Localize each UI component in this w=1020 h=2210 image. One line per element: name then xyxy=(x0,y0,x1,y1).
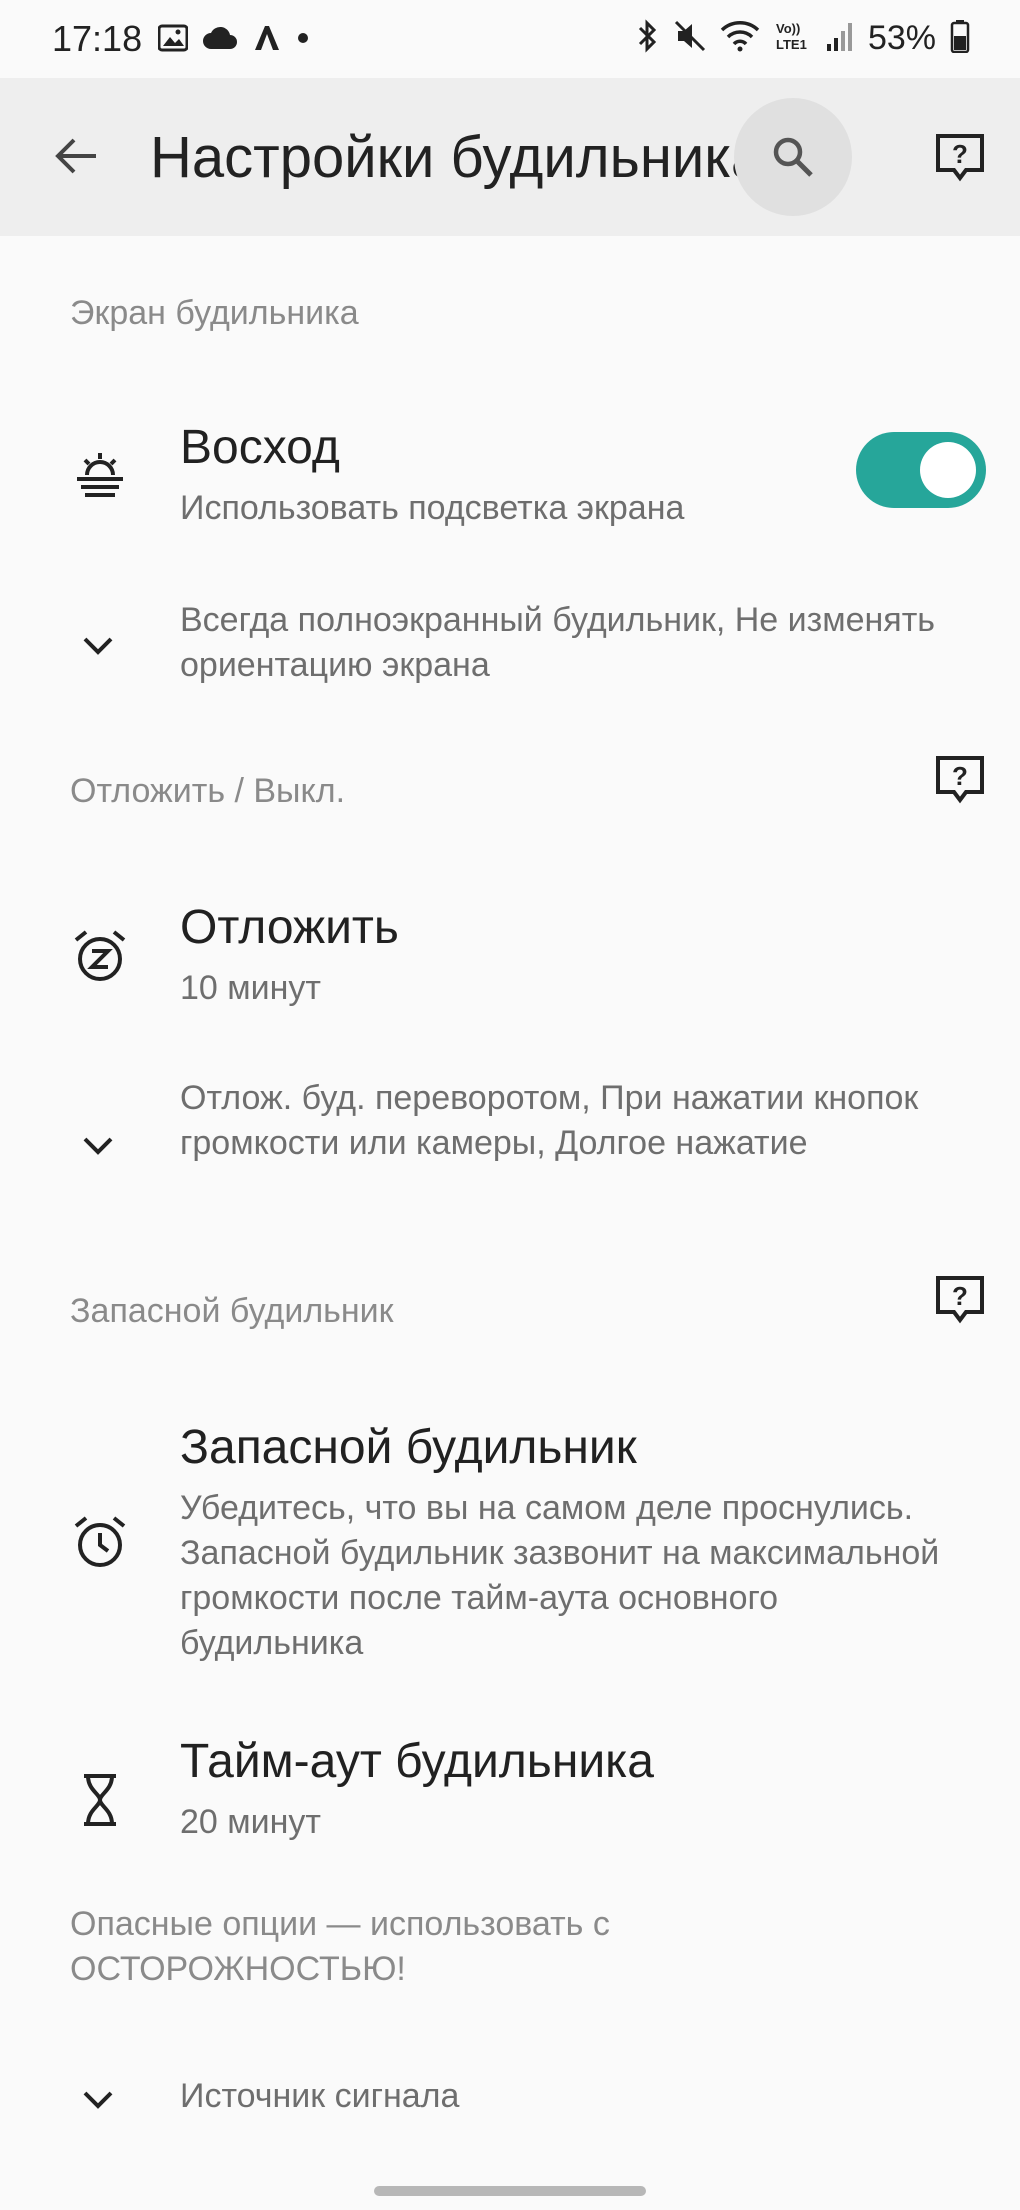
page-title: Настройки будильника xyxy=(150,125,740,190)
sunrise-icon xyxy=(66,440,134,508)
snooze-more-text: Отлож. буд. переворотом, При нажатии кно… xyxy=(180,1079,919,1162)
status-system-icons: Vo)) LTE1 53% xyxy=(636,16,970,60)
signal-source-setting[interactable]: Источник сигнала xyxy=(0,2070,1020,2130)
battery-percent: 53% xyxy=(867,18,936,57)
help-button[interactable]: ? xyxy=(930,128,990,188)
app-bar: Настройки будильника ? xyxy=(0,78,1020,236)
snooze-subtitle: 10 минут xyxy=(180,969,321,1007)
svg-text:?: ? xyxy=(952,761,968,791)
sunrise-subtitle: Использовать подсветка экрана xyxy=(180,489,685,527)
alarm-screen-more[interactable]: Всегда полноэкранный будильник, Не измен… xyxy=(0,598,1020,698)
help-feedback-icon: ? xyxy=(936,756,984,804)
dot-icon xyxy=(296,31,310,50)
help-feedback-icon: ? xyxy=(936,1276,984,1324)
battery-icon xyxy=(950,19,970,58)
help-feedback-icon: ? xyxy=(936,134,984,182)
alarm-timeout-setting[interactable]: Тайм-аут будильника 20 минут xyxy=(0,1726,1020,1856)
alarm-timeout-title: Тайм-аут будильника xyxy=(180,1735,654,1788)
backup-alarm-title: Запасной будильник xyxy=(180,1421,637,1474)
back-button[interactable] xyxy=(40,120,112,192)
bluetooth-icon xyxy=(636,18,660,58)
chevron-down-icon xyxy=(76,624,120,668)
snooze-more[interactable]: Отлож. буд. переворотом, При нажатии кно… xyxy=(0,1076,1020,1216)
status-bar: 17:18 Vo)) LTE1 53% xyxy=(0,0,1020,78)
toggle-knob xyxy=(920,442,976,498)
hourglass-icon xyxy=(66,1766,134,1834)
chevron-down-icon xyxy=(76,2078,120,2122)
mute-icon xyxy=(674,20,706,57)
section-header-backup: Запасной будильник xyxy=(70,1292,394,1330)
snooze-setting[interactable]: Отложить 10 минут xyxy=(0,880,1020,1020)
alarm-clock-icon xyxy=(66,1508,134,1576)
signal-icon xyxy=(826,20,854,57)
svg-text:LTE1: LTE1 xyxy=(776,37,807,52)
status-notification-icons xyxy=(157,20,310,60)
wifi-icon xyxy=(720,20,760,57)
search-icon xyxy=(773,137,813,177)
backup-help-button[interactable]: ? xyxy=(930,1270,990,1330)
app-a-icon xyxy=(252,24,282,57)
snooze-help-button[interactable]: ? xyxy=(930,750,990,810)
status-time: 17:18 xyxy=(52,18,143,59)
snooze-title: Отложить xyxy=(180,901,399,954)
chevron-down-icon xyxy=(76,1124,120,1168)
alarm-screen-more-text: Всегда полноэкранный будильник, Не измен… xyxy=(180,601,935,684)
svg-text:?: ? xyxy=(952,139,968,169)
cloud-icon xyxy=(202,25,238,56)
backup-alarm-description: Убедитесь, что вы на самом деле проснули… xyxy=(180,1489,940,1662)
back-arrow-icon xyxy=(55,138,96,174)
section-header-alarm-screen: Экран будильника xyxy=(70,294,359,332)
sunrise-title: Восход xyxy=(180,421,340,474)
svg-text:Vo)): Vo)) xyxy=(776,21,800,36)
gesture-nav-handle[interactable] xyxy=(374,2186,646,2196)
image-icon xyxy=(157,24,189,57)
svg-text:?: ? xyxy=(952,1281,968,1311)
section-header-dangerous: Опасные опции — использовать с ОСТОРОЖНО… xyxy=(70,1905,610,1988)
section-header-snooze: Отложить / Выкл. xyxy=(70,772,346,810)
signal-source-text: Источник сигнала xyxy=(180,2077,460,2115)
volte-icon: Vo)) LTE1 xyxy=(774,19,812,58)
search-button[interactable] xyxy=(734,98,852,216)
alarm-timeout-subtitle: 20 минут xyxy=(180,1803,321,1841)
backup-alarm-setting[interactable]: Запасной будильник Убедитесь, что вы на … xyxy=(0,1412,1020,1672)
sunrise-toggle[interactable] xyxy=(856,432,986,508)
snooze-icon xyxy=(66,922,134,990)
